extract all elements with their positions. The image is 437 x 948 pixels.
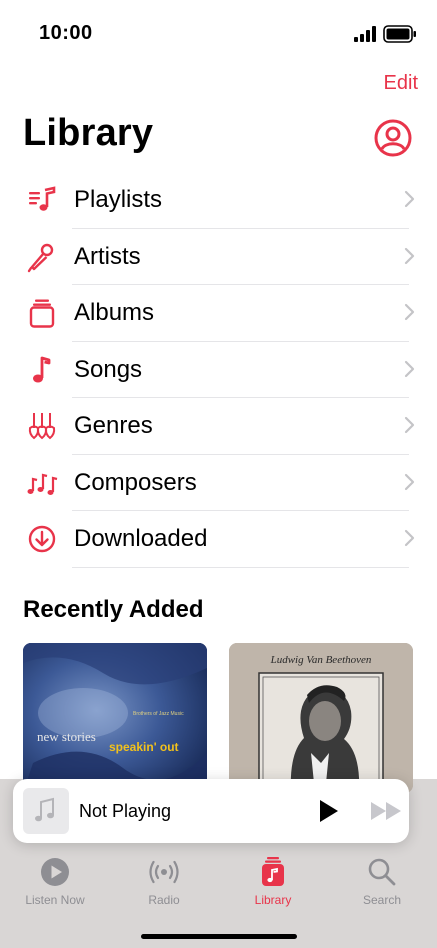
tab-label: Search: [362, 893, 402, 907]
music-note-icon: [33, 356, 51, 382]
separator: [72, 566, 409, 568]
library-item-label: Downloaded: [74, 525, 208, 552]
library-item-songs[interactable]: Songs: [0, 342, 437, 398]
tab-radio[interactable]: Radio: [114, 855, 214, 907]
fast-forward-icon[interactable]: [369, 799, 405, 823]
now-playing-artwork: [23, 788, 69, 834]
home-indicator[interactable]: [141, 934, 297, 939]
album-artwork: Ludwig Van Beethoven: [229, 643, 413, 793]
album-cover-new-stories[interactable]: new stories speakin' out Brothers of Jaz…: [23, 643, 207, 793]
guitars-icon: [28, 413, 56, 440]
playlists-icon: [29, 186, 56, 211]
microphone-icon: [27, 243, 54, 272]
download-icon: [28, 525, 56, 553]
album-cover-beethoven[interactable]: Ludwig Van Beethoven: [229, 643, 413, 793]
library-item-label: Artists: [74, 242, 141, 270]
tab-label: Listen Now: [25, 893, 85, 907]
tab-label: Library: [254, 893, 292, 907]
library-item-label: Songs: [74, 355, 143, 383]
battery-icon: [383, 25, 416, 43]
chevron-right-icon: [404, 303, 415, 321]
chevron-right-icon: [404, 529, 415, 547]
albums-icon: [29, 299, 55, 328]
tab-label: Radio: [148, 893, 180, 907]
library-item-label: Albums: [74, 299, 155, 326]
tab-search[interactable]: Search: [332, 855, 432, 907]
library-item-artists[interactable]: Artists: [0, 229, 437, 285]
radio-waves-icon: [149, 860, 179, 884]
play-icon[interactable]: [315, 798, 341, 824]
library-icon: [262, 857, 284, 886]
edit-button[interactable]: Edit: [384, 72, 418, 95]
library-list: Playlists Artists Albums Songs Genres Co…: [0, 172, 437, 568]
composers-icon: [27, 473, 58, 495]
library-item-albums[interactable]: Albums: [0, 285, 437, 342]
library-item-label: Composers: [74, 468, 197, 496]
chevron-right-icon: [404, 416, 415, 434]
chevron-right-icon: [404, 473, 415, 490]
album-cover-text: Ludwig Van Beethoven: [270, 654, 372, 666]
play-circle-icon: [41, 858, 69, 886]
chevron-right-icon: [404, 190, 415, 208]
status-bar: 10:00: [0, 0, 437, 60]
search-icon: [368, 858, 396, 886]
library-item-genres[interactable]: Genres: [0, 398, 437, 455]
library-item-label: Playlists: [74, 186, 163, 213]
chevron-right-icon: [404, 247, 415, 264]
now-playing-title: Not Playing: [79, 801, 172, 821]
page-title: Library: [23, 112, 154, 154]
cellular-signal-icon: [354, 26, 376, 42]
album-artwork: new stories speakin' out Brothers of Jaz…: [23, 643, 207, 793]
profile-icon[interactable]: [374, 119, 412, 157]
recently-added-title: Recently Added: [23, 596, 204, 623]
library-item-playlists[interactable]: Playlists: [0, 172, 437, 229]
library-item-composers[interactable]: Composers: [0, 455, 437, 511]
music-note-placeholder-icon: [35, 797, 54, 822]
album-cover-text: speakin' out: [109, 740, 179, 754]
status-time: 10:00: [39, 22, 93, 44]
tab-library[interactable]: Library: [223, 855, 323, 907]
mini-player[interactable]: Not Playing: [13, 779, 409, 843]
chevron-right-icon: [404, 360, 415, 377]
tab-listen-now[interactable]: Listen Now: [5, 855, 105, 907]
library-item-label: Genres: [74, 412, 153, 439]
album-cover-text: new stories: [37, 729, 96, 744]
library-item-downloaded[interactable]: Downloaded: [0, 511, 437, 568]
album-cover-text: Brothers of Jazz Music: [133, 711, 184, 717]
